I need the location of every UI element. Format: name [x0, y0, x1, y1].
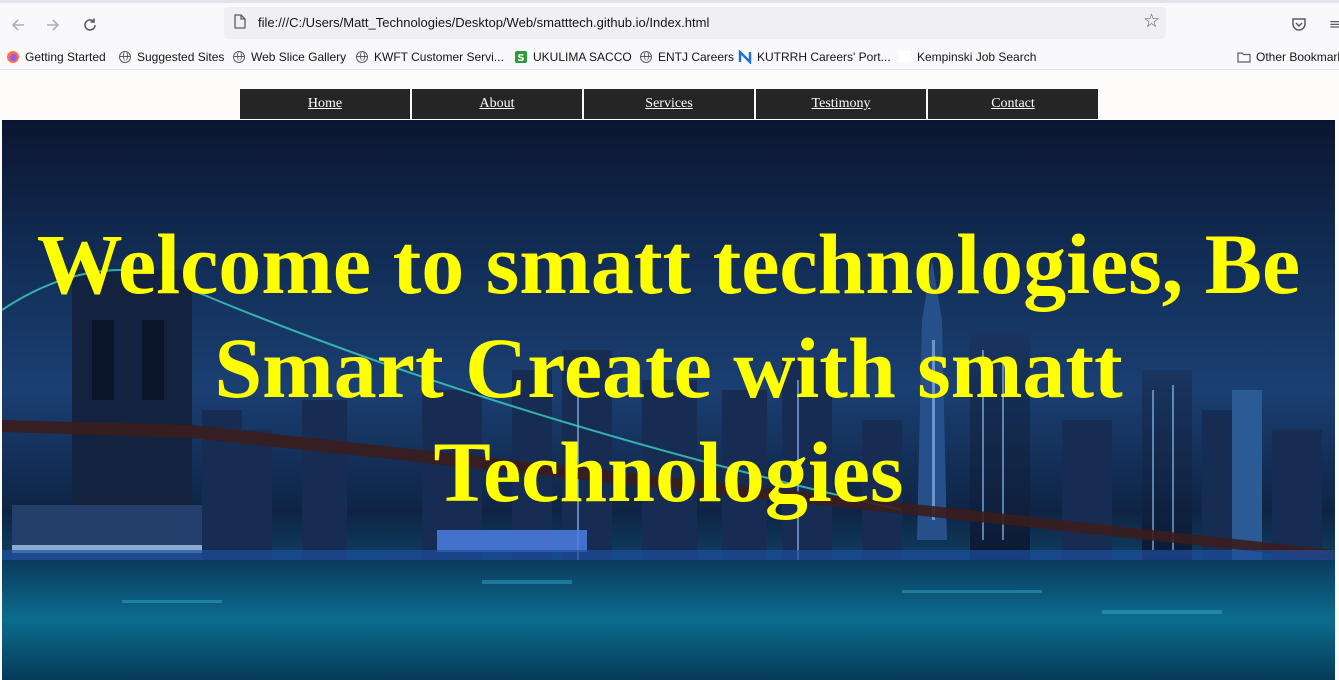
nav-about[interactable]: About	[412, 89, 582, 119]
address-bar[interactable]: file:///C:/Users/Matt_Technologies/Deskt…	[224, 7, 1166, 39]
globe-icon	[640, 51, 652, 63]
url-text: file:///C:/Users/Matt_Technologies/Deskt…	[258, 15, 710, 30]
firefox-icon	[6, 50, 20, 64]
page-icon	[234, 14, 246, 29]
blank-page-icon	[898, 50, 912, 64]
pocket-icon	[1292, 18, 1306, 31]
browser-toolbar: file:///C:/Users/Matt_Technologies/Deskt…	[0, 0, 1339, 44]
nav-testimony[interactable]: Testimony	[756, 89, 926, 119]
pocket-button[interactable]	[1288, 13, 1310, 35]
site-nav: Home About Services Testimony Contact	[240, 89, 1100, 119]
folder-icon	[1237, 50, 1251, 64]
globe-icon	[233, 51, 245, 63]
reload-button[interactable]	[77, 12, 103, 38]
bookmark-star-icon[interactable]: ☆	[1143, 10, 1160, 32]
nav-home[interactable]: Home	[240, 89, 410, 119]
bookmark-kempinski[interactable]: Kempinski Job Search	[898, 48, 1036, 66]
bookmarks-bar: Getting Started Suggested Sites Web Slic…	[0, 44, 1339, 70]
svg-text:S: S	[517, 53, 524, 64]
bookmark-kutrrh-careers[interactable]: KUTRRH Careers' Port...	[738, 48, 891, 66]
bookmark-getting-started[interactable]: Getting Started	[6, 48, 106, 66]
globe-icon	[356, 51, 368, 63]
hero-title: Welcome to smatt technologies, Be Smart …	[36, 216, 1301, 520]
back-button[interactable]	[5, 12, 31, 38]
arrow-left-icon	[11, 19, 24, 31]
bookmark-ukulima-sacco[interactable]: S UKULIMA SACCO	[514, 48, 632, 66]
arrow-right-icon	[47, 19, 60, 31]
bookmark-entj-careers[interactable]: ENTJ Careers	[639, 48, 734, 66]
forward-button[interactable]	[40, 12, 66, 38]
menu-button[interactable]: ≡	[1324, 13, 1339, 35]
bookmark-web-slice-gallery[interactable]: Web Slice Gallery	[232, 48, 346, 66]
bookmark-suggested-sites[interactable]: Suggested Sites	[118, 48, 224, 66]
other-bookmarks[interactable]: Other Bookmarks	[1237, 48, 1339, 66]
sacco-icon: S	[514, 50, 528, 64]
bookmark-kwft[interactable]: KWFT Customer Servi...	[355, 48, 504, 66]
reload-icon	[84, 18, 96, 31]
hero-section: Welcome to smatt technologies, Be Smart …	[2, 120, 1335, 680]
nav-contact[interactable]: Contact	[928, 89, 1098, 119]
globe-icon	[119, 51, 131, 63]
hamburger-icon: ≡	[1328, 15, 1339, 33]
nav-services[interactable]: Services	[584, 89, 754, 119]
n-logo-icon	[738, 50, 752, 64]
